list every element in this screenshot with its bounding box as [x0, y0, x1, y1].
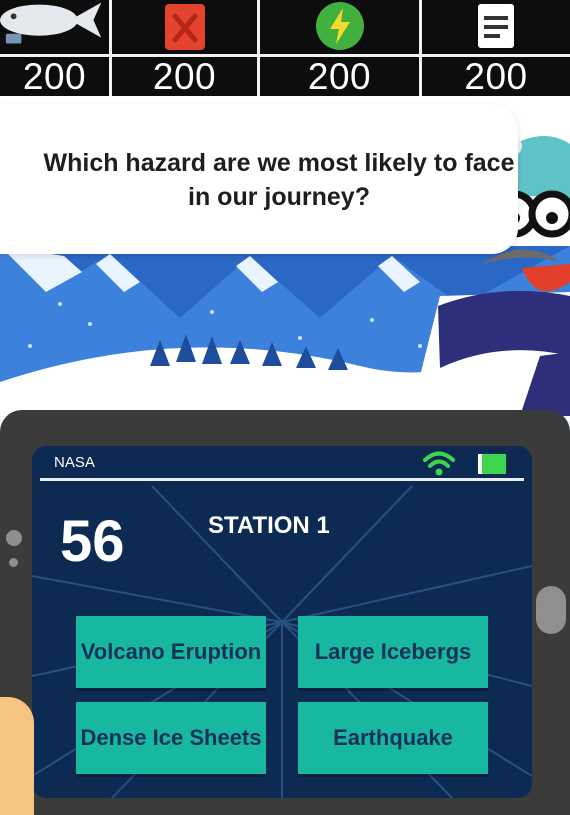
countdown-timer: 56	[60, 509, 125, 574]
question-text: Which hazard are we most likely to face …	[43, 149, 515, 211]
resource-fuel: 200	[112, 0, 260, 96]
player-hand	[0, 697, 34, 815]
speech-bubble: Which hazard are we most likely to face …	[0, 104, 518, 254]
answer-button-earthquake[interactable]: Earthquake	[298, 702, 488, 774]
food-count: 200	[22, 56, 87, 97]
answer-button-volcano-eruption[interactable]: Volcano Eruption	[76, 616, 266, 688]
documents-count: 200	[464, 56, 528, 97]
fuel-count: 200	[152, 56, 217, 97]
signal-icon	[423, 451, 455, 476]
arctic-scene: Which hazard are we most likely to face …	[0, 96, 570, 416]
tablet-screen: NASA 56 STATION 1 Volcano Eruption Large…	[32, 446, 532, 798]
energy-count: 200	[307, 56, 372, 97]
status-divider	[40, 478, 524, 481]
camera-dot	[9, 558, 18, 567]
home-button[interactable]	[536, 586, 566, 634]
camera-lens	[6, 530, 22, 546]
brand-label: NASA	[54, 454, 95, 471]
answer-button-dense-ice-sheets[interactable]: Dense Ice Sheets	[76, 702, 266, 774]
station-label: STATION 1	[208, 512, 330, 539]
fuel-can-icon	[112, 0, 257, 52]
battery-icon	[478, 454, 506, 474]
energy-bolt-icon	[260, 0, 419, 52]
resource-energy: 200	[260, 0, 422, 96]
tablet-device: NASA 56 STATION 1 Volcano Eruption Large…	[0, 410, 570, 815]
answer-button-large-icebergs[interactable]: Large Icebergs	[298, 616, 488, 688]
resource-food: 200	[0, 0, 112, 96]
resource-documents: 200	[422, 0, 570, 96]
resource-bar: 200 200 200 200	[0, 0, 570, 96]
fish-icon	[0, 0, 109, 52]
document-icon	[422, 0, 570, 52]
